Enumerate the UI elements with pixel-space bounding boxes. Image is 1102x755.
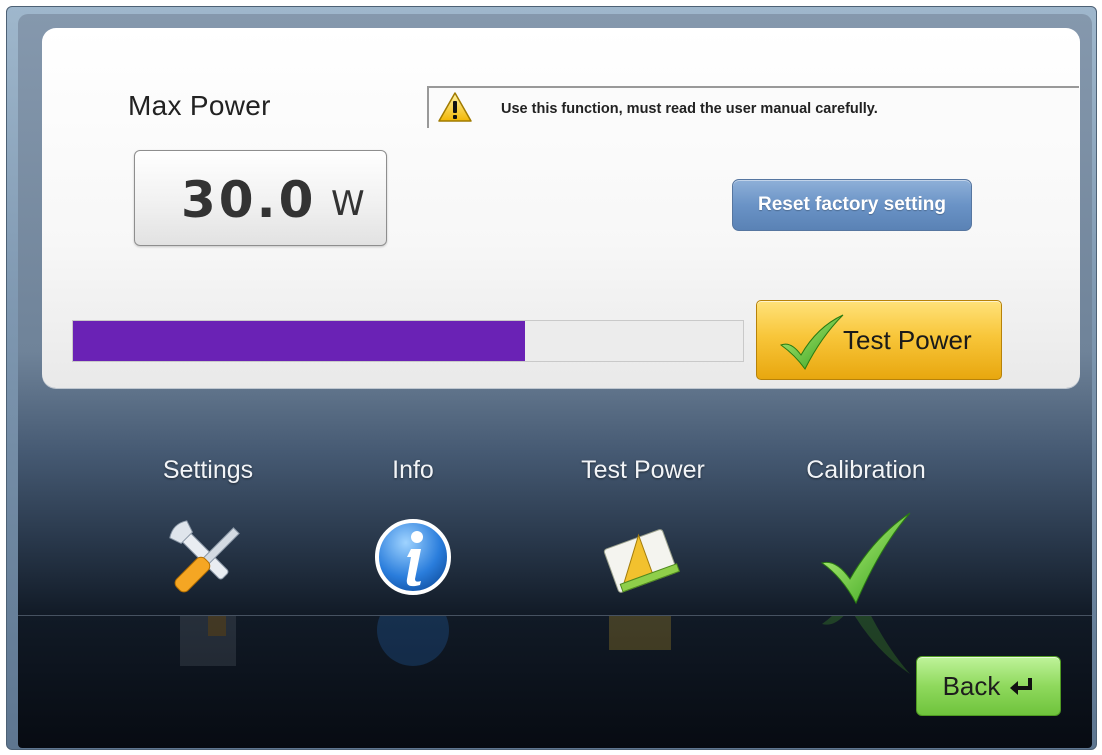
checkmark-icon: [820, 512, 911, 605]
power-progress-bar: [72, 320, 744, 362]
checkmark-icon: [779, 314, 844, 370]
warning-triangle-icon: [438, 92, 472, 122]
ruler-reflection: [595, 616, 691, 676]
warning-text: Use this function, must read the user ma…: [501, 101, 878, 117]
nav-settings-label: Settings: [162, 456, 254, 484]
return-arrow-icon: [1010, 678, 1033, 695]
warning-banner: Use this function, must read the user ma…: [427, 86, 1079, 128]
nav-calibration-label: Calibration: [806, 456, 926, 484]
test-power-label: Test Power: [843, 325, 972, 355]
back-label: Back: [942, 670, 1001, 701]
control-panel: Max Power 30.0 W Use this function, must…: [42, 28, 1080, 388]
nav-info[interactable]: Info: [333, 456, 493, 607]
info-reflection: [365, 616, 461, 676]
nav-test-power[interactable]: Test Power: [563, 456, 723, 607]
power-progress-fill: [73, 321, 526, 361]
nav-settings[interactable]: Settings: [128, 456, 288, 607]
test-power-button[interactable]: Test Power: [756, 300, 1002, 380]
max-power-value: 30.0: [181, 171, 317, 229]
settings-reflection: [160, 616, 256, 676]
max-power-display[interactable]: 30.0 W: [134, 150, 387, 246]
reset-factory-button[interactable]: Reset factory setting: [732, 179, 972, 231]
nav-calibration[interactable]: Calibration: [786, 456, 946, 607]
max-power-unit: W: [331, 184, 365, 224]
nav-info-label: Info: [392, 456, 434, 484]
info-icon: [375, 519, 451, 595]
ruler-icon: [603, 529, 681, 593]
tools-icon: [169, 520, 240, 593]
checkmark-reflection: [818, 616, 914, 676]
screen: Max Power 30.0 W Use this function, must…: [18, 14, 1092, 748]
nav-test-power-label: Test Power: [581, 456, 705, 484]
max-power-label: Max Power: [128, 90, 271, 121]
back-button[interactable]: Back: [916, 656, 1061, 716]
